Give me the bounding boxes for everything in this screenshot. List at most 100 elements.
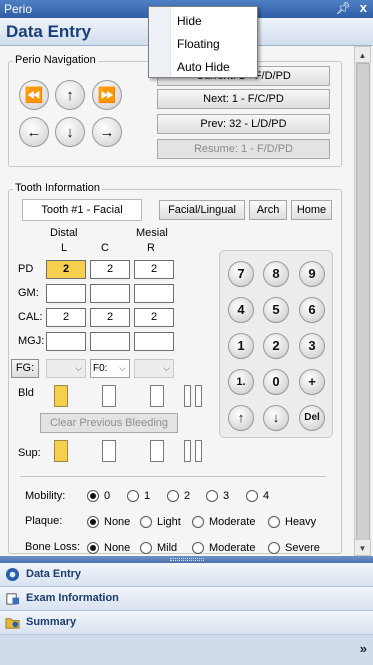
perio-navigation-legend: Perio Navigation: [13, 54, 98, 66]
panel-item-summary[interactable]: Summary: [0, 611, 373, 635]
bone-loss-radio-moderate[interactable]: [192, 542, 204, 554]
menu-item-auto-hide[interactable]: Auto Hide: [177, 60, 230, 74]
bone-loss-radio-severe[interactable]: [268, 542, 280, 554]
pd-l-field[interactable]: 2: [46, 260, 86, 279]
bleeding-label: Bld: [18, 387, 34, 399]
pin-icon[interactable]: 📌︎: [336, 1, 351, 15]
cal-r-field[interactable]: 2: [134, 308, 174, 327]
key-0[interactable]: 0: [263, 369, 289, 395]
down-arrow-button[interactable]: ↓: [55, 117, 85, 147]
bleeding-extra-toggle-2[interactable]: [195, 385, 202, 407]
mobility-radio-2[interactable]: [167, 490, 179, 502]
key-3[interactable]: 3: [299, 333, 325, 359]
sup-extra-toggle-2[interactable]: [195, 440, 202, 462]
bleeding-r-toggle[interactable]: [150, 385, 164, 407]
scroll-thumb[interactable]: [356, 63, 370, 543]
bone-loss-option-moderate: Moderate: [209, 542, 256, 554]
menu-icon-strip: [149, 7, 171, 77]
plaque-option-moderate: Moderate: [209, 516, 256, 528]
fg-c-select[interactable]: F0: ⌵: [90, 359, 130, 378]
key-plus[interactable]: +: [299, 369, 325, 395]
scroll-down-button[interactable]: ▼: [354, 539, 371, 556]
bleeding-l-toggle[interactable]: [54, 385, 68, 407]
menu-item-hide[interactable]: Hide: [177, 14, 202, 28]
key-1[interactable]: 1: [228, 333, 254, 359]
mobility-radio-0[interactable]: [87, 490, 99, 502]
facial-lingual-button[interactable]: Facial/Lingual: [159, 200, 245, 220]
clear-previous-bleeding-button[interactable]: Clear Previous Bleeding: [40, 413, 178, 433]
bleeding-c-toggle[interactable]: [102, 385, 116, 407]
panel-splitter[interactable]: [0, 556, 373, 563]
bone-loss-radio-mild[interactable]: [140, 542, 152, 554]
arch-button[interactable]: Arch: [249, 200, 287, 220]
menu-item-floating[interactable]: Floating: [177, 37, 220, 51]
sup-c-toggle[interactable]: [102, 440, 116, 462]
summary-icon: [5, 618, 20, 629]
gm-label: GM:: [18, 287, 39, 299]
cal-c-field[interactable]: 2: [90, 308, 130, 327]
sup-r-toggle[interactable]: [150, 440, 164, 462]
first-tooth-button[interactable]: ⏪: [19, 80, 49, 110]
gm-l-field[interactable]: [46, 284, 86, 303]
panel-item-exam-information[interactable]: Exam Information: [0, 587, 373, 611]
resume-site-button[interactable]: Resume: 1 - F/D/PD: [157, 139, 330, 159]
close-icon[interactable]: x: [360, 0, 367, 15]
bleeding-extra-toggle-1[interactable]: [184, 385, 191, 407]
fg-l-select[interactable]: ⌵: [46, 359, 86, 378]
chevron-right-icon[interactable]: »: [360, 641, 367, 656]
key-2[interactable]: 2: [263, 333, 289, 359]
bone-loss-radio-none[interactable]: [87, 542, 99, 554]
home-button[interactable]: Home: [291, 200, 332, 220]
panel-label-summary: Summary: [26, 616, 77, 628]
key-4[interactable]: 4: [228, 297, 254, 323]
bone-loss-option-none: None: [104, 542, 131, 554]
plaque-radio-heavy[interactable]: [268, 516, 280, 528]
distal-label: Distal: [50, 227, 78, 239]
left-arrow-button[interactable]: ←: [19, 117, 49, 147]
pd-c-field[interactable]: 2: [90, 260, 130, 279]
plaque-radio-light[interactable]: [140, 516, 152, 528]
key-up-arrow[interactable]: ↑: [228, 405, 254, 431]
key-9[interactable]: 9: [299, 261, 325, 287]
mobility-radio-1[interactable]: [127, 490, 139, 502]
bone-loss-option-severe: Severe: [285, 542, 320, 554]
mgj-label: MGJ:: [18, 335, 45, 347]
pd-r-field[interactable]: 2: [134, 260, 174, 279]
sup-l-toggle[interactable]: [54, 440, 68, 462]
fg-r-select[interactable]: ⌵: [134, 359, 174, 378]
plaque-radio-moderate[interactable]: [192, 516, 204, 528]
mgj-l-field[interactable]: [46, 332, 86, 351]
key-5[interactable]: 5: [263, 297, 289, 323]
key-1-dot[interactable]: 1.: [228, 369, 254, 395]
plaque-radio-none[interactable]: [87, 516, 99, 528]
page-title: Data Entry: [6, 22, 92, 41]
gm-r-field[interactable]: [134, 284, 174, 303]
mobility-radio-3[interactable]: [206, 490, 218, 502]
up-arrow-button[interactable]: ↑: [55, 80, 85, 110]
mobility-option-1: 1: [144, 490, 151, 502]
sup-extra-toggle-1[interactable]: [184, 440, 191, 462]
gm-c-field[interactable]: [90, 284, 130, 303]
key-down-arrow[interactable]: ↓: [263, 405, 289, 431]
cal-l-field[interactable]: 2: [46, 308, 86, 327]
data-entry-icon: [5, 567, 20, 582]
last-tooth-button[interactable]: ⏩: [92, 80, 122, 110]
mesial-label: Mesial: [136, 227, 168, 239]
mgj-r-field[interactable]: [134, 332, 174, 351]
mgj-c-field[interactable]: [90, 332, 130, 351]
scroll-up-button[interactable]: ▲: [354, 46, 371, 63]
col-r-label: R: [147, 242, 155, 254]
key-delete[interactable]: Del: [299, 405, 325, 431]
mobility-radio-4[interactable]: [246, 490, 258, 502]
tooth-label: Tooth #1 - Facial: [22, 199, 142, 221]
key-7[interactable]: 7: [228, 261, 254, 287]
right-arrow-button[interactable]: →: [92, 117, 122, 147]
mobility-option-4: 4: [263, 490, 270, 502]
next-site-button[interactable]: Next: 1 - F/C/PD: [157, 89, 330, 109]
panel-item-data-entry[interactable]: Data Entry: [0, 563, 373, 587]
fg-button[interactable]: FG:: [11, 359, 39, 378]
chevron-down-icon: ⌵: [75, 363, 82, 373]
prev-site-button[interactable]: Prev: 32 - L/D/PD: [157, 114, 330, 134]
key-8[interactable]: 8: [263, 261, 289, 287]
key-6[interactable]: 6: [299, 297, 325, 323]
